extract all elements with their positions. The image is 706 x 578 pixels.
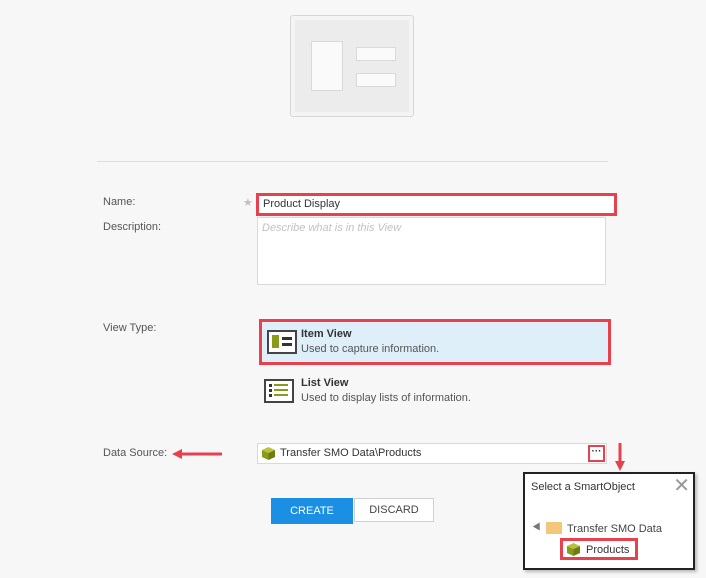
list-view-subtitle: Used to display lists of information. (301, 392, 471, 404)
select-smartobject-popup: Select a SmartObject ✕ Transfer SMO Data… (523, 472, 695, 570)
expand-triangle-icon[interactable] (532, 522, 544, 533)
annotation-arrow-down-icon (614, 443, 626, 471)
view-type-list-view[interactable]: List View Used to display lists of infor… (262, 373, 608, 409)
smartobject-icon (262, 447, 275, 460)
close-icon[interactable]: ✕ (673, 475, 690, 497)
folder-icon (546, 522, 562, 534)
data-source-field[interactable]: Transfer SMO Data\Products ··· (257, 443, 607, 464)
description-label: Description: (103, 221, 162, 233)
tree-item-products[interactable]: Products (560, 538, 638, 560)
illustration-line (356, 73, 396, 87)
divider (97, 161, 608, 162)
browse-button[interactable]: ··· (588, 445, 605, 462)
annotation-arrow-left-icon (172, 448, 222, 460)
list-view-icon (264, 379, 294, 403)
view-type-label: View Type: (103, 322, 157, 334)
item-view-icon (267, 330, 297, 354)
data-source-label: Data Source: (103, 447, 168, 459)
data-source-value: Transfer SMO Data\Products (280, 447, 422, 459)
view-type-item-view[interactable]: Item View Used to capture information. (259, 319, 611, 365)
tree-item-label: Products (586, 544, 630, 556)
smartobject-icon (567, 543, 580, 556)
tree-item-transfer-smo-data[interactable]: Transfer SMO Data (567, 523, 662, 535)
required-star-icon: ★ (243, 197, 253, 209)
create-button[interactable]: CREATE (271, 498, 353, 524)
popup-title: Select a SmartObject (531, 481, 635, 493)
illustration-line (356, 47, 396, 61)
description-textarea[interactable]: Describe what is in this View (257, 217, 606, 285)
name-label: Name: (103, 196, 136, 208)
illustration-block (311, 41, 343, 91)
item-view-title: Item View (301, 328, 352, 340)
item-view-subtitle: Used to capture information. (301, 343, 440, 355)
discard-button[interactable]: DISCARD (354, 498, 434, 522)
list-view-title: List View (301, 377, 349, 389)
name-input[interactable]: Product Display (256, 193, 617, 216)
view-illustration (290, 15, 414, 117)
